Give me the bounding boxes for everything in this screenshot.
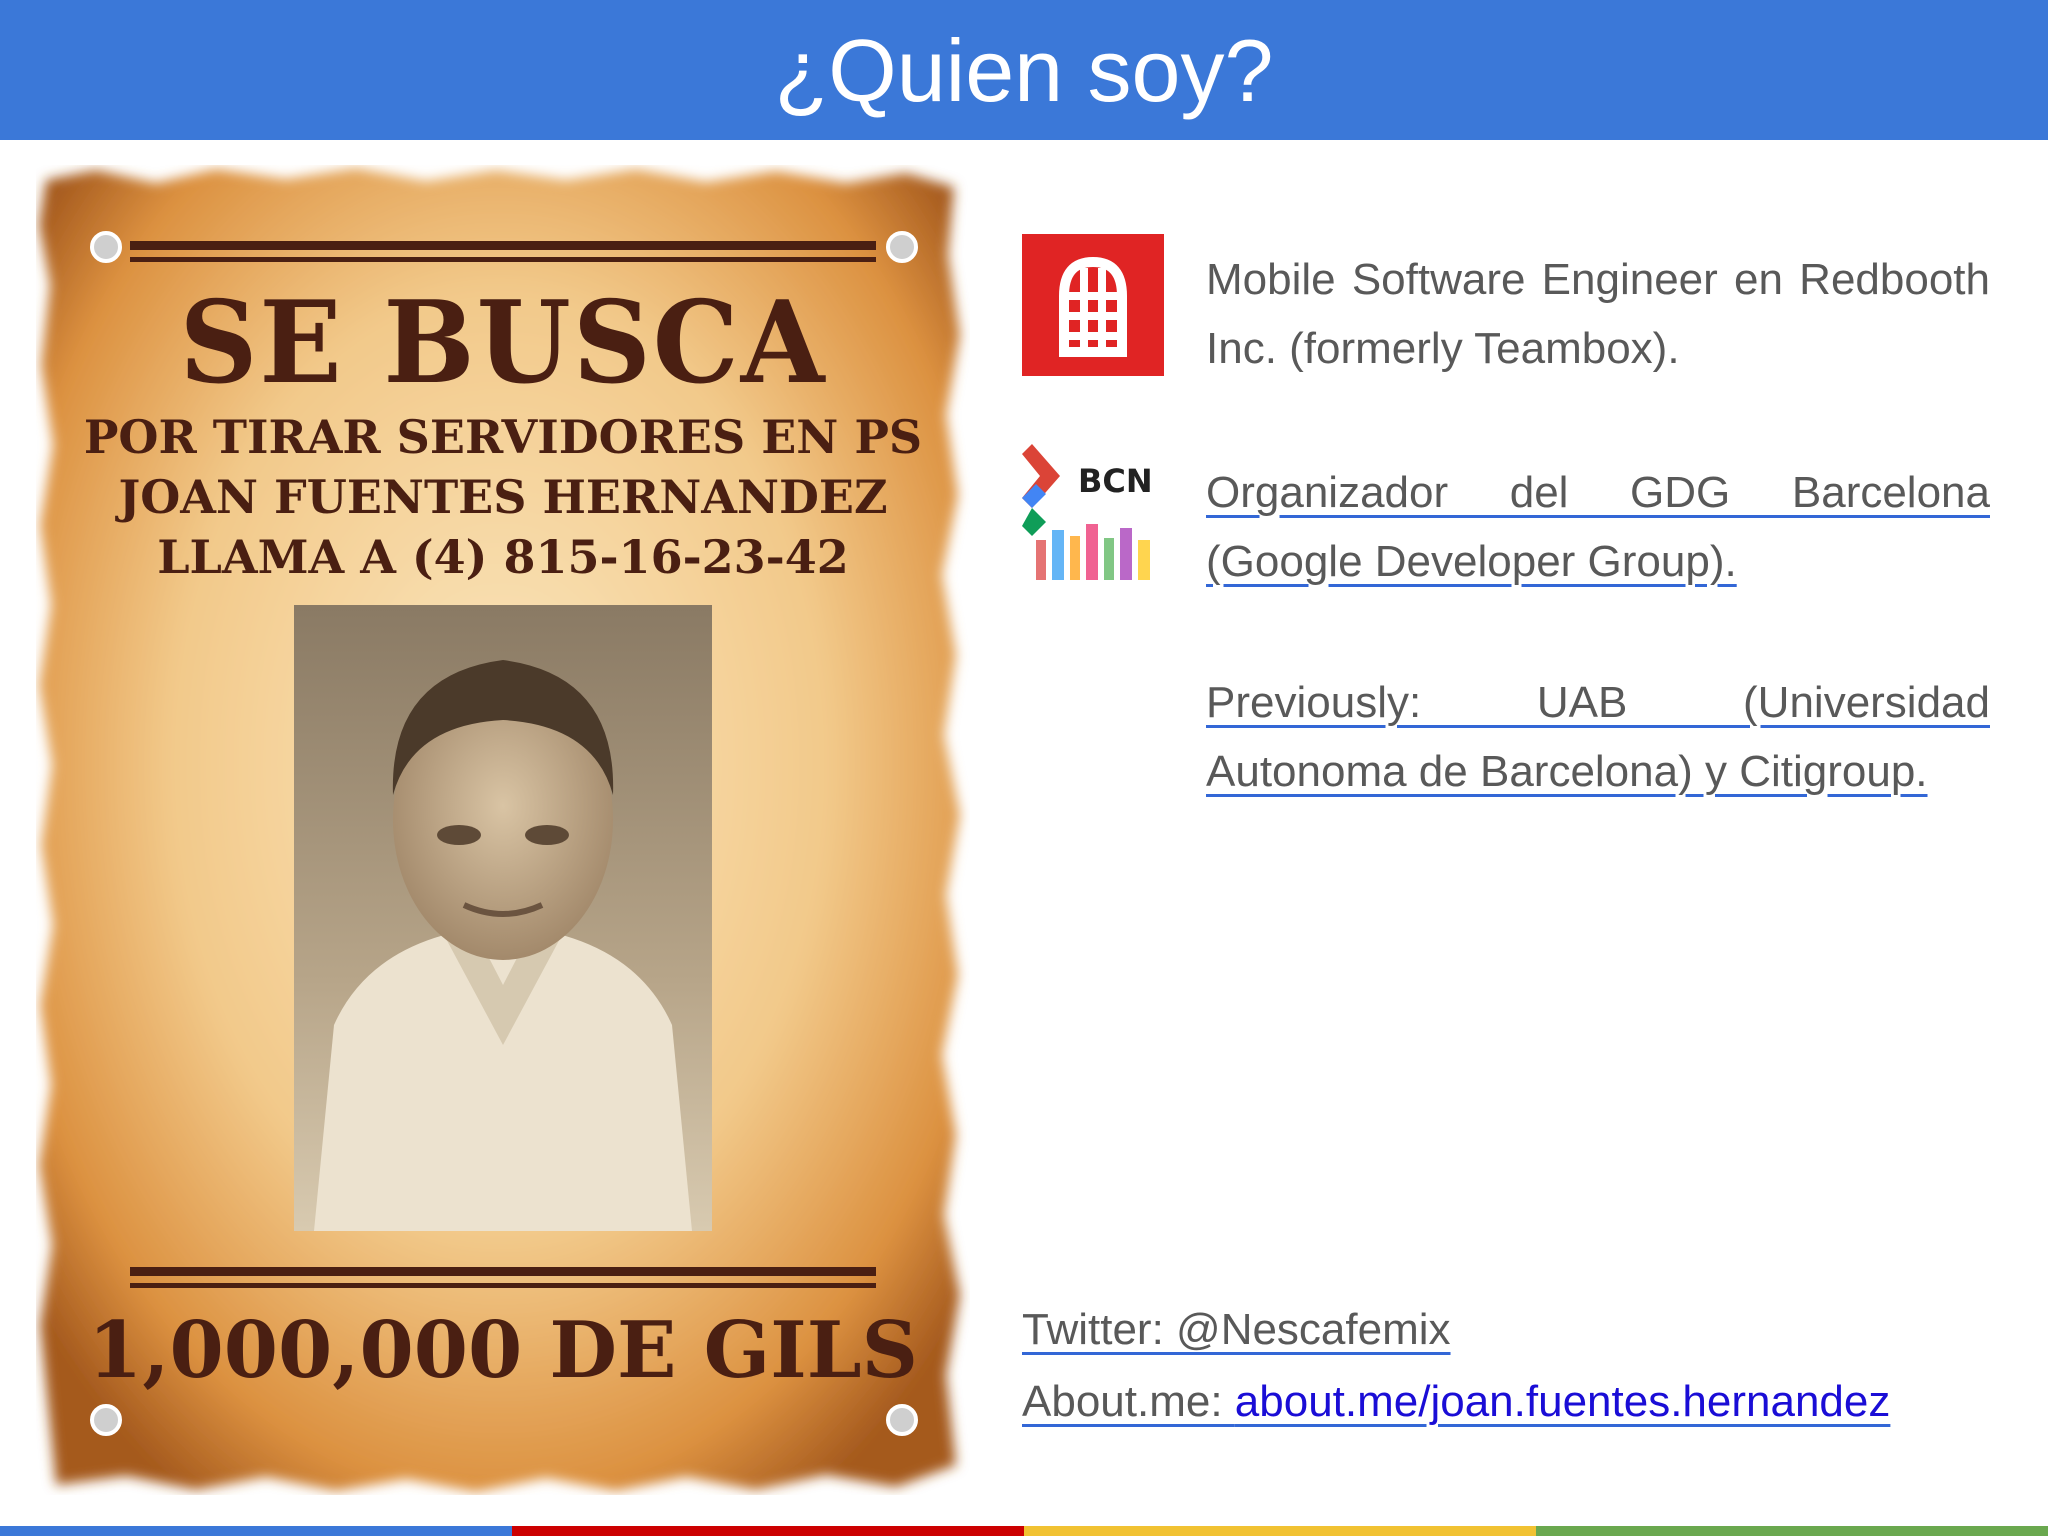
gdg-organizer-link[interactable]: Organizador del GDG Barcelona (Google De… bbox=[1206, 458, 1990, 596]
redbooth-logo-icon bbox=[1022, 234, 1164, 376]
poster-line-1: POR TIRAR SERVIDORES EN PS bbox=[83, 410, 923, 464]
poster-line-3: LLAMA A (4) 815-16-23-42 bbox=[157, 530, 849, 584]
bottom-color-bar bbox=[0, 1526, 2048, 1536]
portrait-photo bbox=[294, 605, 712, 1231]
wanted-poster: SE BUSCA POR TIRAR SERVIDORES EN PS JOAN… bbox=[36, 165, 970, 1495]
bar-yellow bbox=[1024, 1526, 1536, 1536]
bar-blue bbox=[0, 1526, 512, 1536]
poster-line-2: JOAN FUENTES HERNANDEZ bbox=[118, 470, 888, 524]
previous-experience-link[interactable]: Previously: UAB (Universidad Autonoma de… bbox=[1206, 668, 1990, 806]
poster-reward: 1,000,000 DE GILS bbox=[88, 1305, 918, 1396]
aboutme-label[interactable]: About.me: bbox=[1022, 1377, 1235, 1426]
bar-red bbox=[512, 1526, 1024, 1536]
job-description: Mobile Software Engineer en Redbooth Inc… bbox=[1206, 255, 1990, 373]
twitter-link[interactable]: Twitter: @Nescafemix bbox=[1022, 1300, 1451, 1360]
bar-green bbox=[1536, 1526, 2048, 1536]
aboutme-link[interactable]: about.me/joan.fuentes.hernandez bbox=[1235, 1377, 1891, 1426]
slide-title: ¿Quien soy? bbox=[774, 21, 1274, 120]
gdg-bcn-logo-icon: BCN bbox=[1022, 444, 1164, 582]
gdg-logo-text: BCN bbox=[1078, 462, 1153, 500]
poster-heading: SE BUSCA bbox=[179, 276, 827, 410]
title-bar: ¿Quien soy? bbox=[0, 0, 2048, 140]
aboutme-line: About.me: about.me/joan.fuentes.hernande… bbox=[1022, 1372, 1890, 1432]
